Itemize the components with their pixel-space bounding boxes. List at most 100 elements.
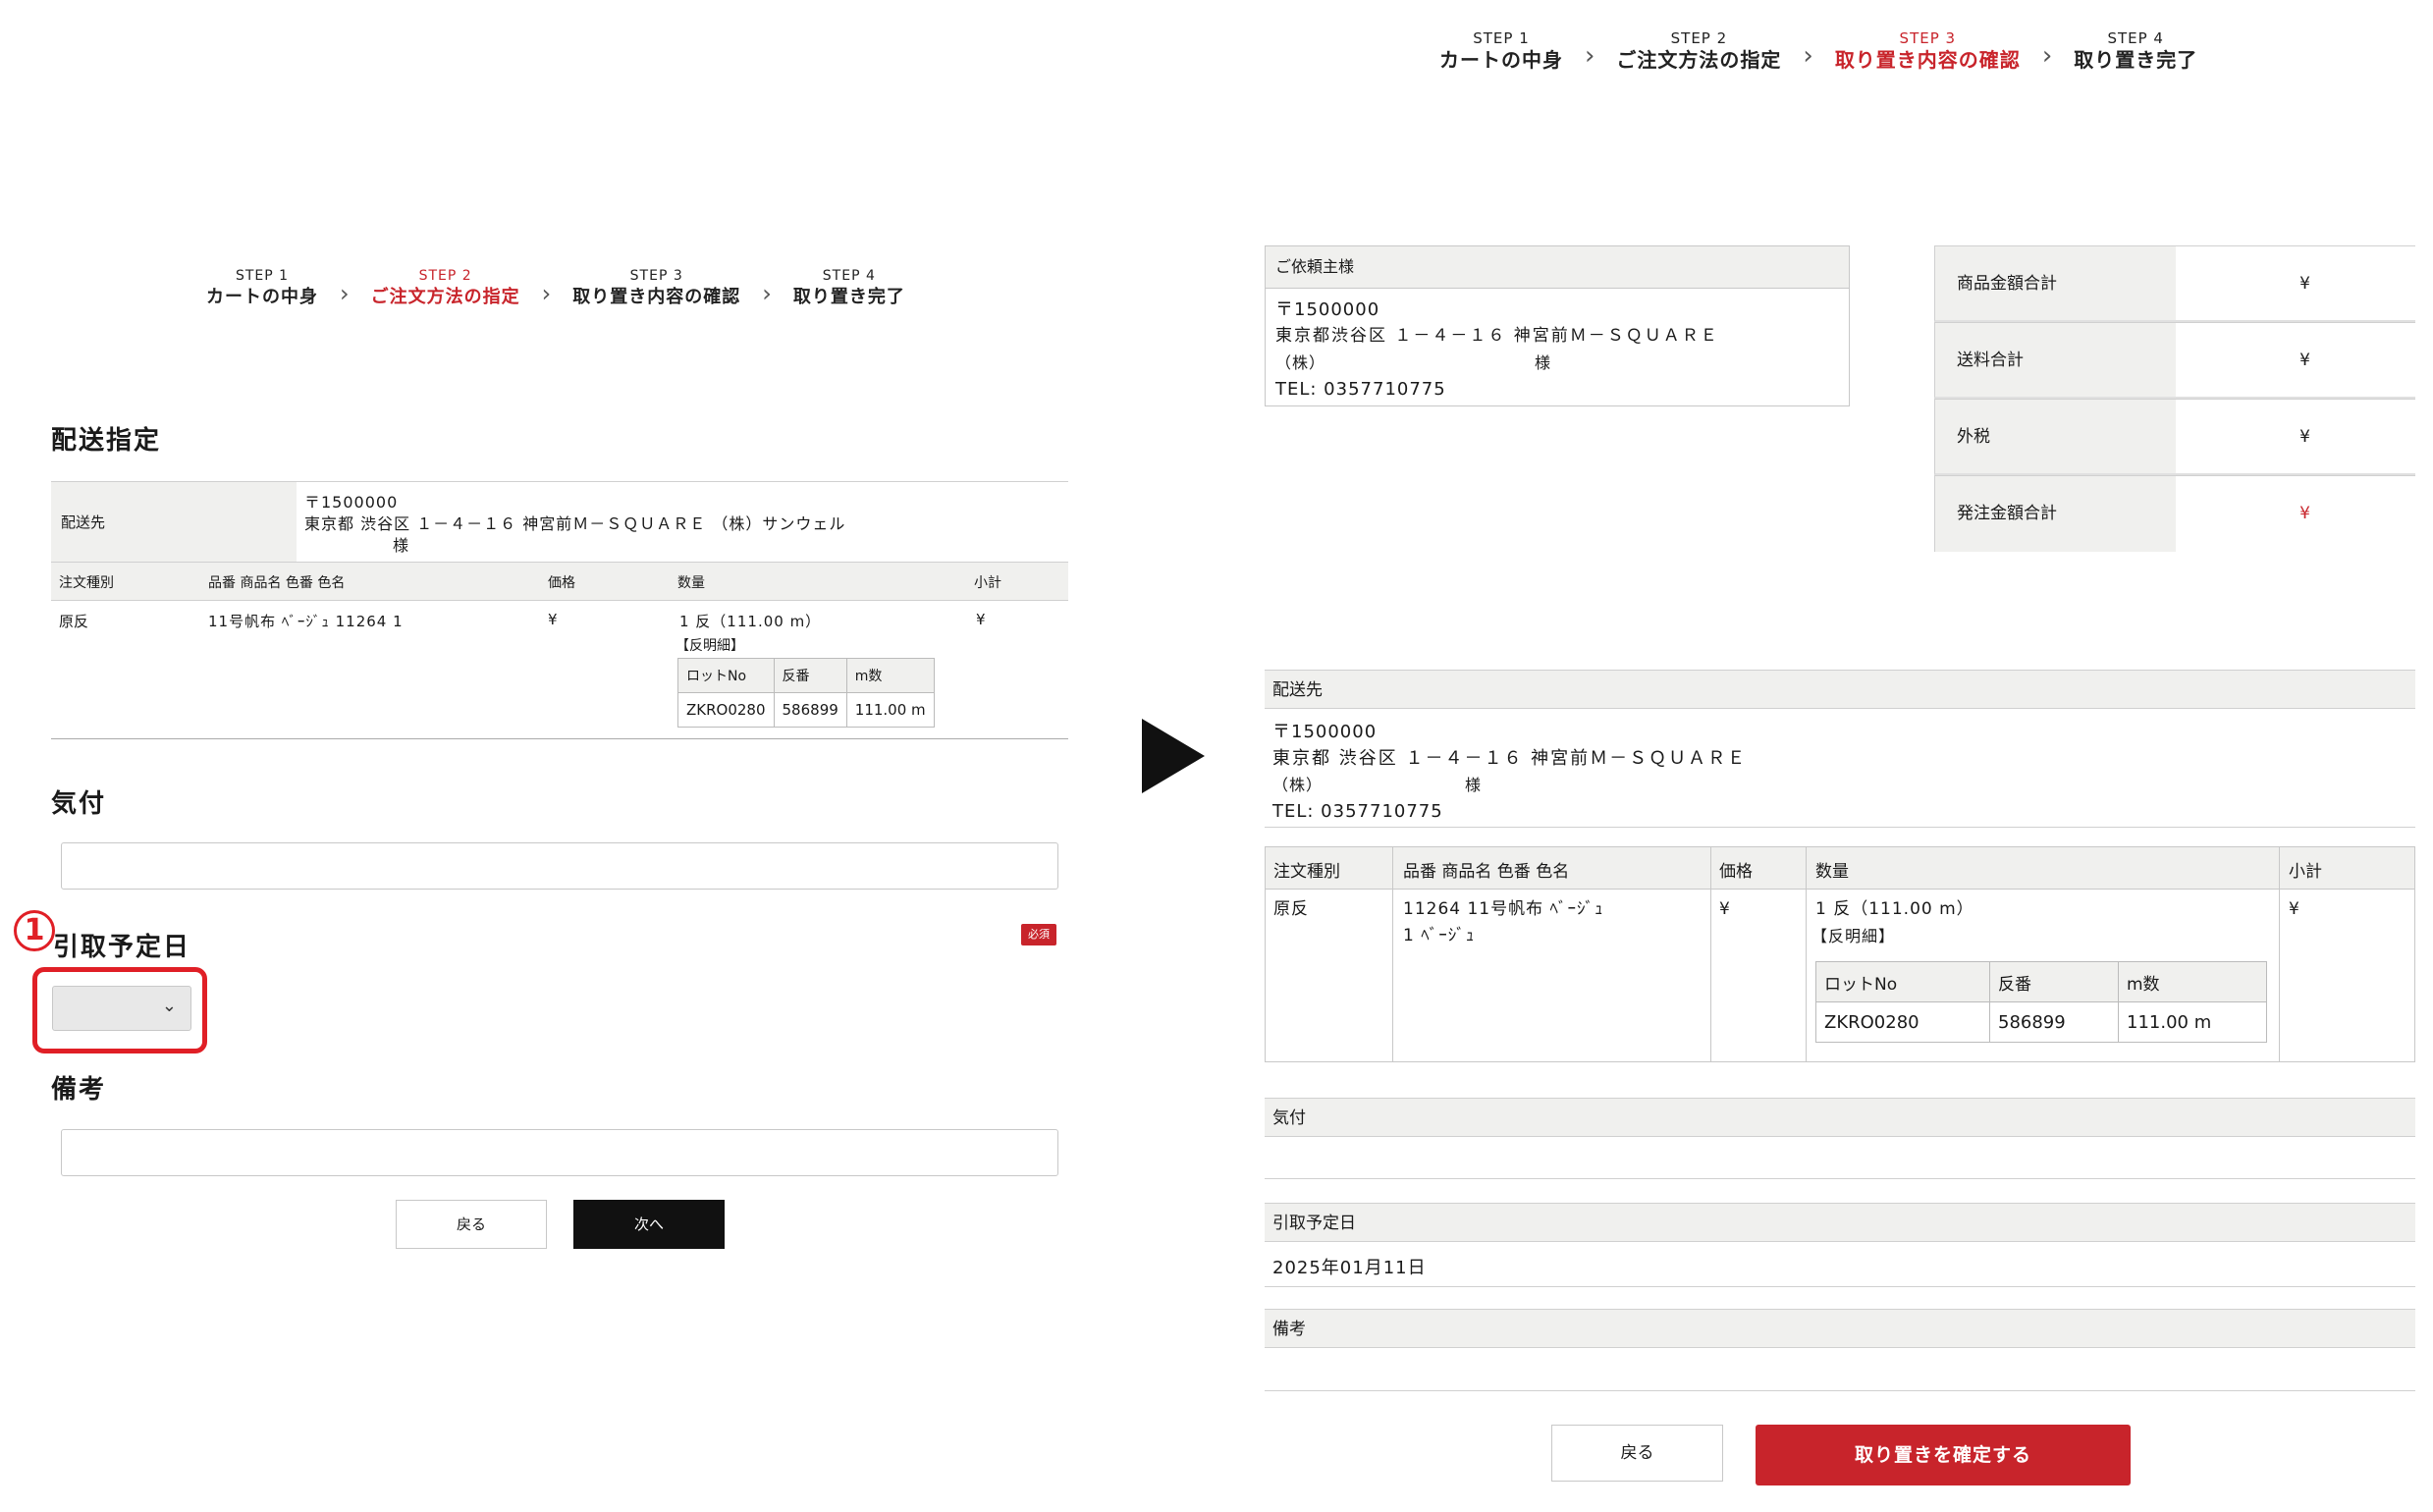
total-grand-value: ¥ (2299, 504, 2310, 523)
col-divider (1806, 847, 1807, 1061)
left-step-3-num: STEP 3 (629, 268, 683, 284)
left-item-price: ¥ (548, 611, 558, 628)
right-step-1-label: カートの中身 (1439, 48, 1563, 72)
right-th-product: 品番 商品名 色番 色名 (1403, 862, 1570, 882)
right-step-3-num: STEP 3 (1899, 29, 1957, 47)
transition-arrow-icon (1142, 719, 1205, 793)
left-step-2-num: STEP 2 (418, 268, 472, 284)
chevron-right-icon: › (1803, 41, 1813, 71)
col-divider (2279, 847, 2280, 1061)
client-line-4: TEL: 0357710775 (1275, 379, 1446, 400)
left-destination-label: 配送先 (51, 482, 297, 563)
col-divider (1392, 847, 1393, 1061)
left-item-detail: 【反明細】 (676, 638, 744, 654)
left-step-2: STEP 2 ご注文方法の指定 (371, 267, 520, 310)
right-remarks-head: 備考 (1265, 1309, 2415, 1348)
left-step-4: STEP 4 取り置き完了 (793, 267, 905, 310)
left-table-header: 注文種別 品番 商品名 色番 色名 価格 数量 小計 (51, 562, 1068, 601)
pickup-date-select[interactable]: ⌄ (52, 986, 191, 1031)
right-destination-line-2: 東京都 渋谷区 １－４－１６ 神宮前Ｍ－ＳＱＵＡＲＥ (1272, 748, 1748, 769)
right-item-product-1: 11264 11号帆布 ﾍﾞｰｼﾞｭ (1403, 899, 1604, 919)
total-row-shipping: 送料合計 ¥ (1934, 322, 2416, 399)
left-item-type: 原反 (59, 613, 89, 630)
chevron-down-icon: ⌄ (161, 996, 177, 1016)
remarks-title: 備考 (51, 1075, 107, 1105)
divider (1265, 1178, 2415, 1179)
total-tax-label: 外税 (1935, 400, 2176, 473)
redaction-mask (2318, 246, 2416, 320)
right-order-table: 注文種別 品番 商品名 色番 色名 価格 数量 小計 原反 11264 11号帆… (1265, 846, 2415, 1062)
left-step-1-label: カートの中身 (206, 287, 318, 307)
right-item-detail: 【反明細】 (1811, 927, 1896, 945)
left-destination-line-3: 様 (393, 536, 410, 555)
confirm-reservation-button[interactable]: 取り置きを確定する (1756, 1425, 2131, 1485)
total-row-grand: 発注金額合計 ¥ (1934, 475, 2416, 552)
client-line-2: 東京都渋谷区 １－４－１６ 神宮前Ｍ－ＳＱＵＡＲＥ (1275, 326, 1719, 346)
client-line-3: （株） 様 (1275, 353, 1552, 372)
left-destination-line-2: 東京都 渋谷区 １－４－１６ 神宮前Ｍ－ＳＱＵＡＲＥ （株）サンウェル (304, 514, 846, 533)
right-lot-th-roll: 反番 (1989, 961, 2119, 1002)
right-step-2: STEP 2 ご注文方法の指定 (1616, 29, 1781, 73)
right-step-3: STEP 3 取り置き内容の確認 (1835, 29, 2021, 73)
attention-input[interactable] (61, 842, 1058, 890)
right-step-3-label: 取り置き内容の確認 (1834, 48, 2021, 72)
left-step-indicator: STEP 1 カートの中身 › STEP 2 ご注文方法の指定 › STEP 3… (206, 267, 905, 310)
left-item-qty: 1 反（111.00 m） (679, 613, 822, 630)
right-item-product-2: 1 ﾍﾞｰｼﾞｭ (1403, 926, 1476, 945)
right-th-qty: 数量 (1815, 862, 1849, 882)
redaction-mask (2318, 476, 2416, 552)
left-lot-th-lot: ロットNo (677, 658, 775, 693)
right-item-qty: 1 反（111.00 m） (1815, 899, 1974, 919)
left-destination-line-1: 〒1500000 (304, 493, 399, 512)
attention-title: 気付 (51, 789, 107, 819)
col-divider (1710, 847, 1711, 1061)
divider (1265, 1390, 2415, 1391)
total-row-tax: 外税 ¥ (1934, 399, 2416, 475)
right-destination-line-1: 〒1500000 (1272, 722, 1378, 742)
chevron-right-icon: › (1585, 41, 1595, 71)
left-th-type: 注文種別 (59, 575, 114, 591)
total-product-label: 商品金額合計 (1935, 246, 2176, 320)
left-step-4-num: STEP 4 (822, 268, 876, 284)
left-item-subtotal: ¥ (976, 611, 986, 628)
left-lot-meters: 111.00 m (845, 692, 935, 728)
left-item-product: 11号帆布 ﾍﾞｰｼﾞｭ 11264 1 (208, 613, 404, 630)
left-lot-th-roll: 反番 (773, 658, 847, 693)
right-back-button[interactable]: 戻る (1551, 1425, 1723, 1482)
left-step-1-num: STEP 1 (235, 268, 290, 284)
totals-panel: 商品金額合計 ¥ 送料合計 ¥ 外税 ¥ 発注金額合計 ¥ (1934, 245, 2416, 552)
right-destination-head: 配送先 (1265, 670, 2415, 709)
client-info-box: ご依頼主様 〒1500000 東京都渋谷区 １－４－１６ 神宮前Ｍ－ＳＱＵＡＲＥ… (1265, 245, 1850, 406)
right-step-4: STEP 4 取り置き完了 (2074, 29, 2197, 73)
chevron-right-icon: › (340, 280, 350, 307)
right-step-indicator: STEP 1 カートの中身 › STEP 2 ご注文方法の指定 › STEP 3… (1439, 29, 2197, 73)
next-button[interactable]: 次へ (573, 1200, 725, 1249)
delivery-title: 配送指定 (51, 426, 162, 456)
right-th-price: 価格 (1719, 862, 1753, 882)
total-shipping-value: ¥ (2299, 351, 2310, 370)
right-destination-line-3: （株） 様 (1272, 776, 1483, 794)
total-product-value: ¥ (2299, 274, 2310, 294)
client-body: 〒1500000 東京都渋谷区 １－４－１６ 神宮前Ｍ－ＳＱＵＡＲＥ （株） 様… (1266, 289, 1849, 410)
client-head: ご依頼主様 (1266, 246, 1849, 289)
left-destination-value: 〒1500000 東京都 渋谷区 １－４－１６ 神宮前Ｍ－ＳＱＵＡＲＥ （株）サ… (304, 492, 845, 557)
chevron-right-icon: › (2041, 41, 2053, 71)
callout-number-badge: 1 (14, 910, 55, 951)
right-destination-line-4: TEL: 0357710775 (1272, 801, 1443, 822)
total-shipping-label: 送料合計 (1935, 323, 2176, 397)
left-step-1: STEP 1 カートの中身 (206, 267, 318, 310)
divider (1265, 827, 2415, 828)
left-step-2-label: ご注文方法の指定 (370, 287, 520, 307)
left-lot-roll: 586899 (773, 692, 847, 728)
pickup-date-title: 引取予定日 (53, 933, 191, 962)
right-lot-meters: 111.00 m (2118, 1001, 2267, 1043)
right-lot-table: ロットNo 反番 m数 ZKRO0280 586899 111.00 m (1815, 961, 2267, 1043)
left-th-product: 品番 商品名 色番 色名 (208, 575, 346, 591)
right-lot-th-meters: m数 (2118, 961, 2267, 1002)
remarks-input[interactable] (61, 1129, 1058, 1176)
left-lot-table: ロットNo 反番 m数 ZKRO0280 586899 111.00 m (677, 658, 935, 728)
right-lot-lot: ZKRO0280 (1815, 1001, 1990, 1043)
right-pickup-value: 2025年01月11日 (1272, 1258, 1427, 1278)
left-back-button[interactable]: 戻る (396, 1200, 547, 1249)
left-destination-row: 配送先 〒1500000 東京都 渋谷区 １－４－１６ 神宮前Ｍ－ＳＱＵＡＲＥ … (51, 481, 1068, 563)
